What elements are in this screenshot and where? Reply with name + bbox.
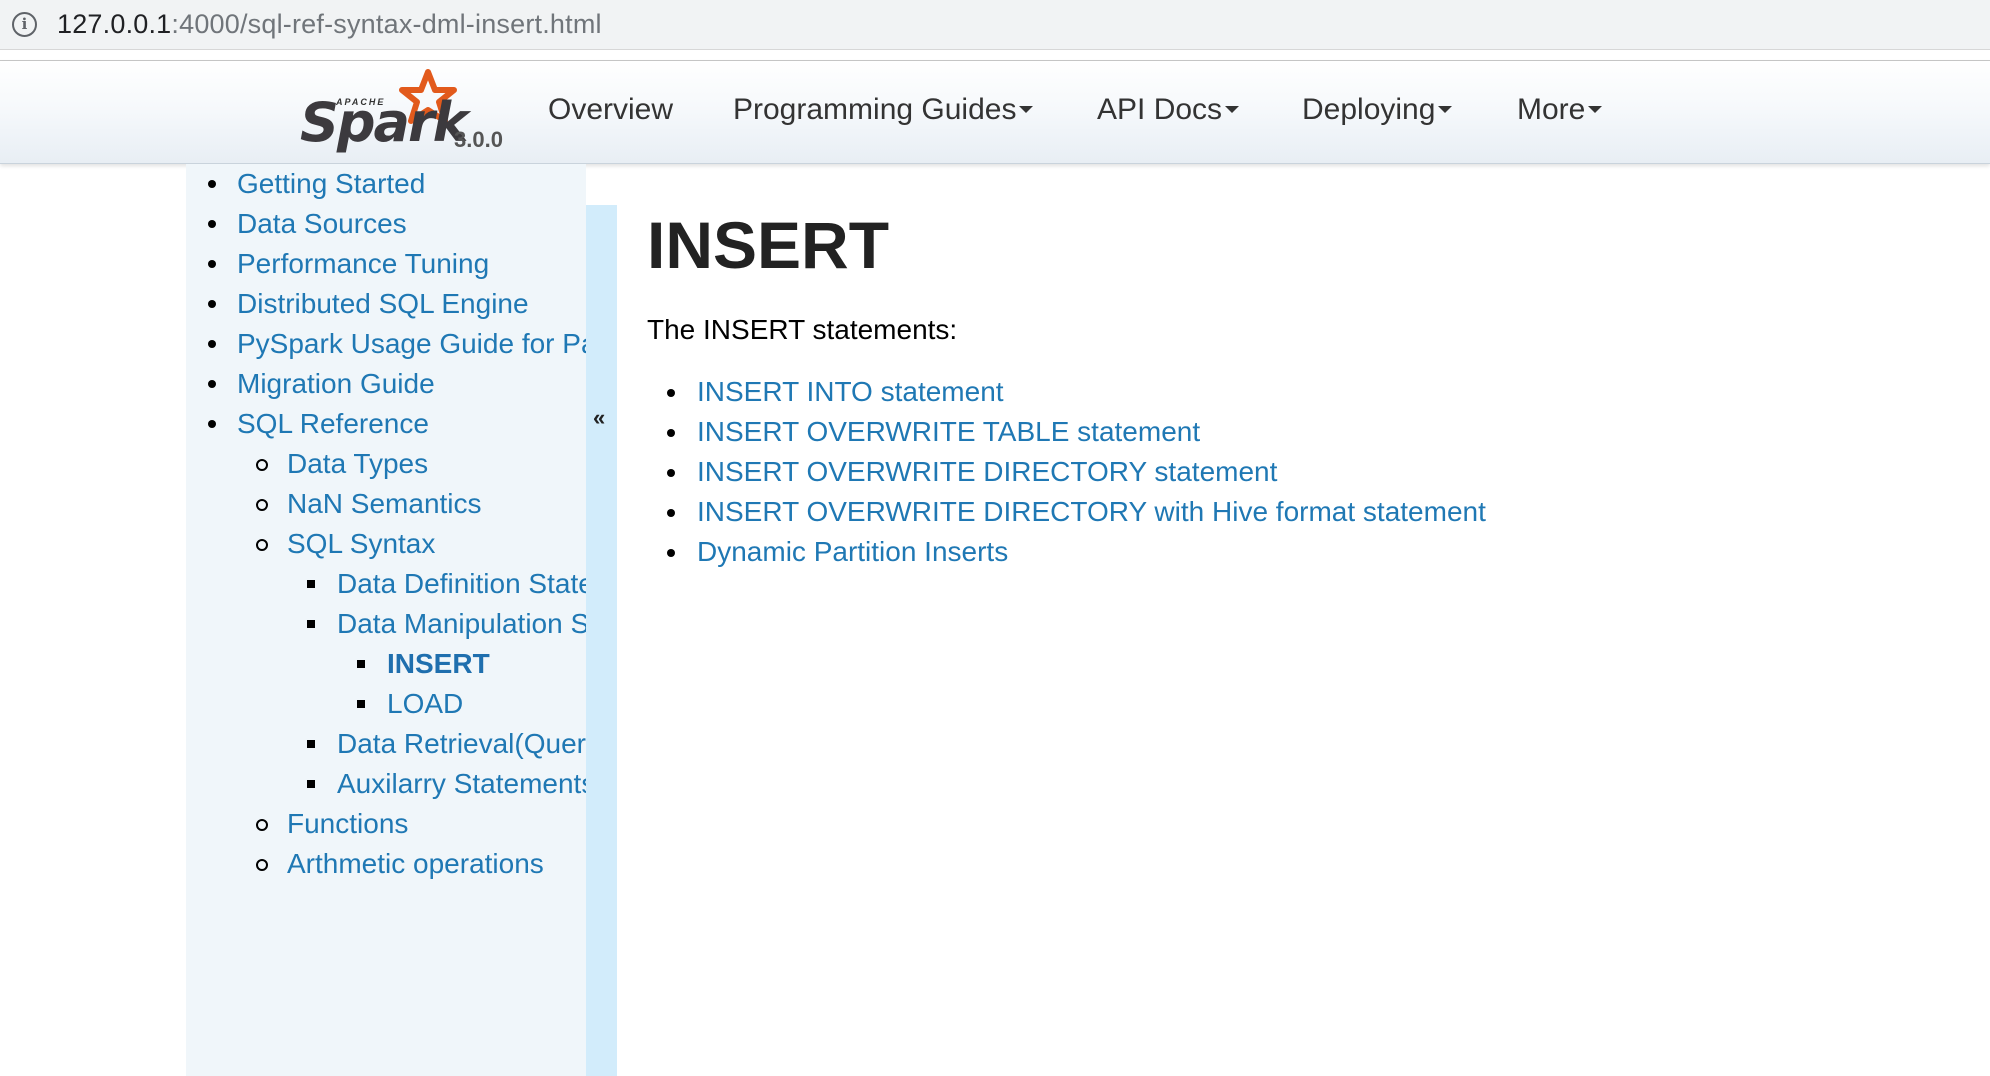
nav-programming-guides-label: Programming Guides	[733, 93, 1017, 126]
sidebar-link-insert[interactable]: INSERT	[387, 648, 490, 679]
sidebar-item-auxilarry-statements: Auxilarry Statements	[186, 764, 586, 804]
sidebar-item-sql-syntax: SQL Syntax	[186, 524, 586, 564]
caret-down-icon	[1225, 105, 1240, 113]
info-icon[interactable]: i	[12, 12, 37, 37]
nav-overview[interactable]: Overview	[548, 93, 673, 127]
sidebar-link-pyspark-usage-guide[interactable]: PySpark Usage Guide for Pandas with Apac…	[237, 328, 586, 359]
brand-name: Spark	[300, 91, 469, 154]
caret-down-icon	[1588, 105, 1603, 113]
page-title: INSERT	[647, 208, 890, 282]
version-label: 3.0.0	[454, 127, 503, 152]
sidebar-item-ddl-statements: Data Definition Statements	[186, 564, 586, 604]
nav-deploying-label: Deploying	[1302, 93, 1436, 126]
sidebar-item-load: LOAD	[186, 684, 586, 724]
link-insert-overwrite-directory[interactable]: INSERT OVERWRITE DIRECTORY statement	[697, 456, 1277, 487]
spark-logo[interactable]: APACHE Spark 3.0.0	[298, 69, 523, 159]
nav-programming-guides[interactable]: Programming Guides	[733, 93, 1034, 127]
caret-down-icon	[1019, 105, 1034, 113]
sidebar-link-nan-semantics[interactable]: NaN Semantics	[287, 488, 482, 519]
link-insert-overwrite-table[interactable]: INSERT OVERWRITE TABLE statement	[697, 416, 1200, 447]
sidebar-link-auxilarry-statements[interactable]: Auxilarry Statements	[337, 768, 586, 799]
list-item: INSERT OVERWRITE TABLE statement	[647, 412, 1486, 452]
nav-more-label: More	[1517, 93, 1586, 126]
link-insert-into[interactable]: INSERT INTO statement	[697, 376, 1004, 407]
sidebar-link-distributed-sql-engine[interactable]: Distributed SQL Engine	[237, 288, 529, 319]
sidebar-nav: Getting Started Data Sources Performance…	[186, 164, 586, 1076]
list-item: INSERT OVERWRITE DIRECTORY with Hive for…	[647, 492, 1486, 532]
sidebar-link-migration-guide[interactable]: Migration Guide	[237, 368, 435, 399]
sidebar-item-nan-semantics: NaN Semantics	[186, 484, 586, 524]
sidebar-link-data-sources[interactable]: Data Sources	[237, 208, 407, 239]
url-text[interactable]: 127.0.0.1:4000/sql-ref-syntax-dml-insert…	[57, 9, 602, 40]
statement-link-list: INSERT INTO statement INSERT OVERWRITE T…	[647, 372, 1486, 572]
sidebar-item-insert: INSERT	[186, 644, 586, 684]
link-dynamic-partition-inserts[interactable]: Dynamic Partition Inserts	[697, 536, 1008, 567]
nav-api-docs[interactable]: API Docs	[1097, 93, 1240, 127]
url-path: :4000/sql-ref-syntax-dml-insert.html	[171, 9, 602, 39]
sidebar-link-dml-statements[interactable]: Data Manipulation Statements	[337, 608, 586, 639]
list-item: INSERT OVERWRITE DIRECTORY statement	[647, 452, 1486, 492]
sidebar-item-data-retrieval: Data Retrieval(Queries)	[186, 724, 586, 764]
nav-api-docs-label: API Docs	[1097, 93, 1223, 126]
sidebar-link-functions[interactable]: Functions	[287, 808, 408, 839]
sidebar-link-performance-tuning[interactable]: Performance Tuning	[237, 248, 489, 279]
sidebar-list: Getting Started Data Sources Performance…	[186, 164, 586, 884]
nav-overview-label: Overview	[548, 93, 674, 126]
nav-deploying[interactable]: Deploying	[1302, 93, 1453, 127]
list-item: Dynamic Partition Inserts	[647, 532, 1486, 572]
intro-text: The INSERT statements:	[647, 314, 958, 345]
sidebar-item-distributed-sql-engine: Distributed SQL Engine	[186, 284, 586, 324]
browser-divider	[0, 51, 1990, 61]
sidebar-item-functions: Functions	[186, 804, 586, 844]
list-item: INSERT INTO statement	[647, 372, 1486, 412]
top-navbar: APACHE Spark 3.0.0 Overview Programming …	[0, 61, 1990, 164]
sidebar-link-load[interactable]: LOAD	[387, 688, 463, 719]
sidebar-link-getting-started[interactable]: Getting Started	[237, 168, 425, 199]
nav-more[interactable]: More	[1517, 93, 1603, 127]
sidebar-link-arthmetic-operations[interactable]: Arthmetic operations	[287, 848, 544, 879]
sidebar-link-data-retrieval[interactable]: Data Retrieval(Queries)	[337, 728, 586, 759]
sidebar-item-performance-tuning: Performance Tuning	[186, 244, 586, 284]
sidebar-collapse-bar[interactable]: «	[586, 205, 617, 1076]
url-host: 127.0.0.1	[57, 9, 172, 39]
sidebar-item-migration-guide: Migration Guide	[186, 364, 586, 404]
sidebar-item-dml-statements: Data Manipulation Statements	[186, 604, 586, 644]
sidebar-item-data-types: Data Types	[186, 444, 586, 484]
double-chevron-left-icon[interactable]: «	[593, 405, 605, 431]
sidebar-item-arthmetic-operations: Arthmetic operations	[186, 844, 586, 884]
sidebar-link-sql-syntax[interactable]: SQL Syntax	[287, 528, 435, 559]
sidebar-item-pyspark-usage-guide: PySpark Usage Guide for Pandas with Apac…	[186, 324, 586, 364]
sidebar-link-data-types[interactable]: Data Types	[287, 448, 428, 479]
sidebar-link-ddl-statements[interactable]: Data Definition Statements	[337, 568, 586, 599]
sidebar-item-data-sources: Data Sources	[186, 204, 586, 244]
browser-address-bar[interactable]: i 127.0.0.1:4000/sql-ref-syntax-dml-inse…	[0, 0, 1990, 50]
link-insert-overwrite-directory-hive[interactable]: INSERT OVERWRITE DIRECTORY with Hive for…	[697, 496, 1486, 527]
sidebar-item-getting-started: Getting Started	[186, 164, 586, 204]
sidebar-link-sql-reference[interactable]: SQL Reference	[237, 408, 429, 439]
caret-down-icon	[1438, 105, 1453, 113]
sidebar-item-sql-reference: SQL Reference	[186, 404, 586, 444]
